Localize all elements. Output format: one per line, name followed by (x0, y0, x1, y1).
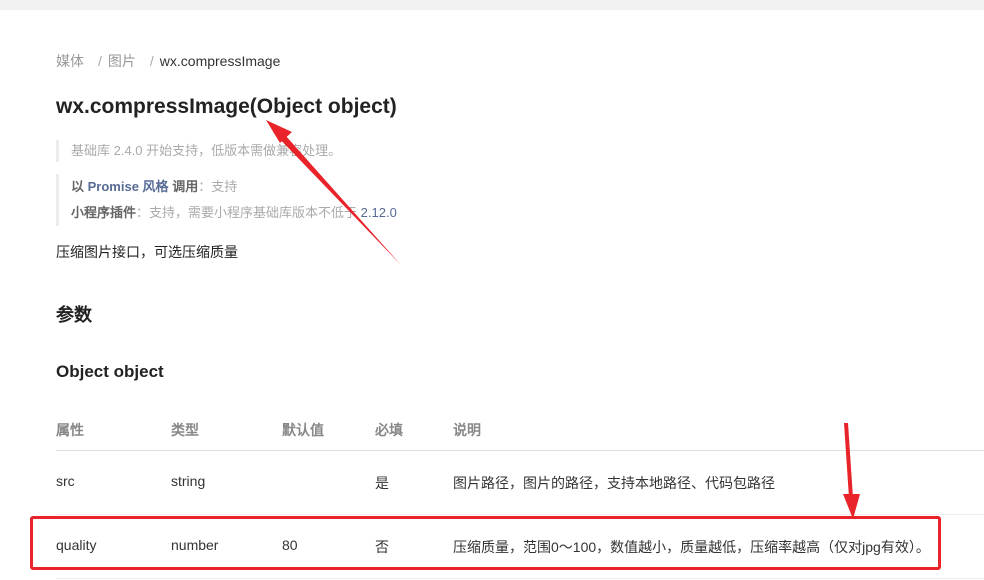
top-bar (0, 0, 984, 10)
api-description: 压缩图片接口，可选压缩质量 (56, 244, 238, 260)
breadcrumb-item-media[interactable]: 媒体 (56, 53, 84, 69)
support-note: 基础库 2.4.0 开始支持，低版本需做兼容处理。 (56, 140, 341, 162)
table-header: 属性 类型 默认值 必填 说明 (56, 410, 984, 451)
plugin-support-row: 小程序插件：支持，需要小程序基础库版本不低于 2.12.0 (71, 200, 397, 226)
breadcrumb: 媒体 / 图片 / wx.compressImage (56, 51, 280, 71)
table-row: quality number 80 否 压缩质量，范围0～100，数值越小，质量… (56, 515, 984, 579)
cell-description: 图片路径，图片的路径，支持本地路径、代码包路径 (453, 475, 775, 491)
params-table: 属性 类型 默认值 必填 说明 src string 是 图片路径，图片的路径，… (56, 410, 984, 579)
header-type: 类型 (171, 422, 199, 438)
plugin-version: 2.12.0 (360, 205, 397, 220)
promise-prefix: 以 (71, 179, 85, 194)
breadcrumb-separator: / (149, 53, 154, 69)
support-details-note: 以 Promise 风格 调用：支持 小程序插件：支持，需要小程序基础库版本不低… (56, 174, 397, 226)
breadcrumb-separator: / (98, 53, 102, 69)
header-required: 必填 (375, 422, 403, 438)
support-note-text: 基础库 2.4.0 开始支持，低版本需做兼容处理。 (71, 143, 342, 158)
cell-description: 压缩质量，范围0～100，数值越小，质量越低，压缩率越高（仅对jpg有效）。 (453, 539, 930, 555)
breadcrumb-item-image[interactable]: 图片 (108, 53, 136, 69)
cell-property: src (56, 473, 75, 489)
promise-label: 调用 (172, 179, 199, 194)
section-title-params: 参数 (56, 305, 92, 325)
cell-default: 80 (282, 537, 298, 553)
cell-property: quality (56, 537, 97, 553)
plugin-text: ：支持，需要小程序基础库版本不低于 (136, 205, 358, 220)
breadcrumb-current: wx.compressImage (159, 53, 281, 69)
table-row: src string 是 图片路径，图片的路径，支持本地路径、代码包路径 (56, 451, 984, 515)
cell-type: string (171, 473, 206, 489)
header-description: 说明 (453, 422, 481, 438)
page-title: wx.compressImage(Object object) (56, 95, 397, 118)
cell-type: number (171, 537, 219, 553)
promise-support-row: 以 Promise 风格 调用：支持 (71, 174, 397, 200)
param-object-title: Object object (56, 362, 164, 381)
cell-required: 否 (375, 539, 389, 555)
promise-style-link[interactable]: Promise 风格 (88, 179, 169, 194)
header-default: 默认值 (282, 422, 324, 438)
cell-required: 是 (375, 475, 389, 491)
promise-value: ：支持 (198, 179, 238, 194)
header-property: 属性 (56, 422, 84, 438)
plugin-label: 小程序插件 (71, 205, 137, 220)
